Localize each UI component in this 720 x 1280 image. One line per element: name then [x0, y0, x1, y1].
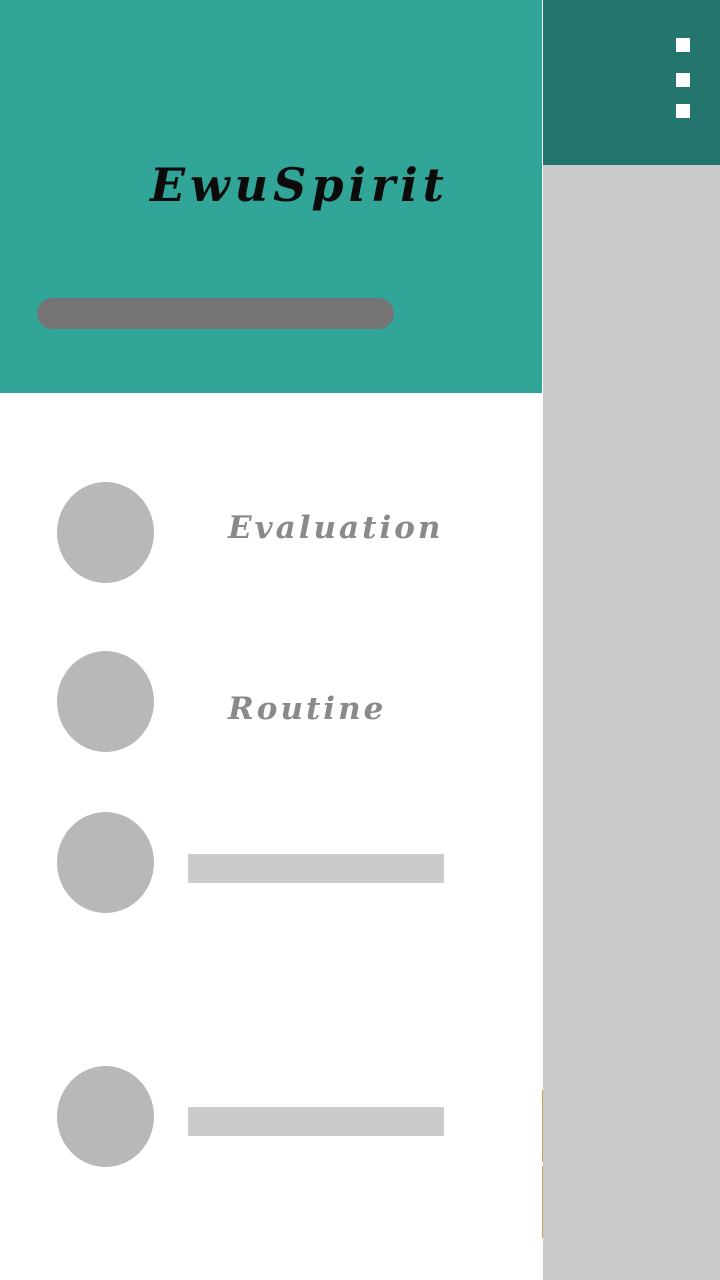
menu-item-label-placeholder: [188, 854, 444, 883]
menu-dot: [676, 104, 690, 118]
menu-dot: [676, 73, 690, 87]
header-subtitle-placeholder: [37, 298, 394, 329]
drawer-header: EwuSpirit: [0, 0, 542, 393]
more-vert-icon[interactable]: [670, 32, 696, 124]
app-title: EwuSpirit: [150, 158, 449, 212]
menu-item-placeholder[interactable]: [0, 1066, 542, 1170]
circle-icon: [57, 482, 154, 583]
circle-icon: [57, 1066, 154, 1167]
menu-item-label: Evaluation: [228, 510, 444, 546]
menu-item-label-placeholder: [188, 1107, 444, 1136]
menu-item-routine[interactable]: Routine: [0, 651, 542, 755]
circle-icon: [57, 812, 154, 913]
menu-item-placeholder[interactable]: [0, 812, 542, 916]
menu-item-evaluation[interactable]: Evaluation: [0, 482, 542, 586]
menu-item-label: Routine: [228, 691, 387, 727]
navigation-drawer: EwuSpirit Evaluation Routine: [0, 0, 542, 1280]
circle-icon: [57, 651, 154, 752]
app-content-scrim[interactable]: [543, 165, 720, 1280]
menu-dot: [676, 38, 690, 52]
